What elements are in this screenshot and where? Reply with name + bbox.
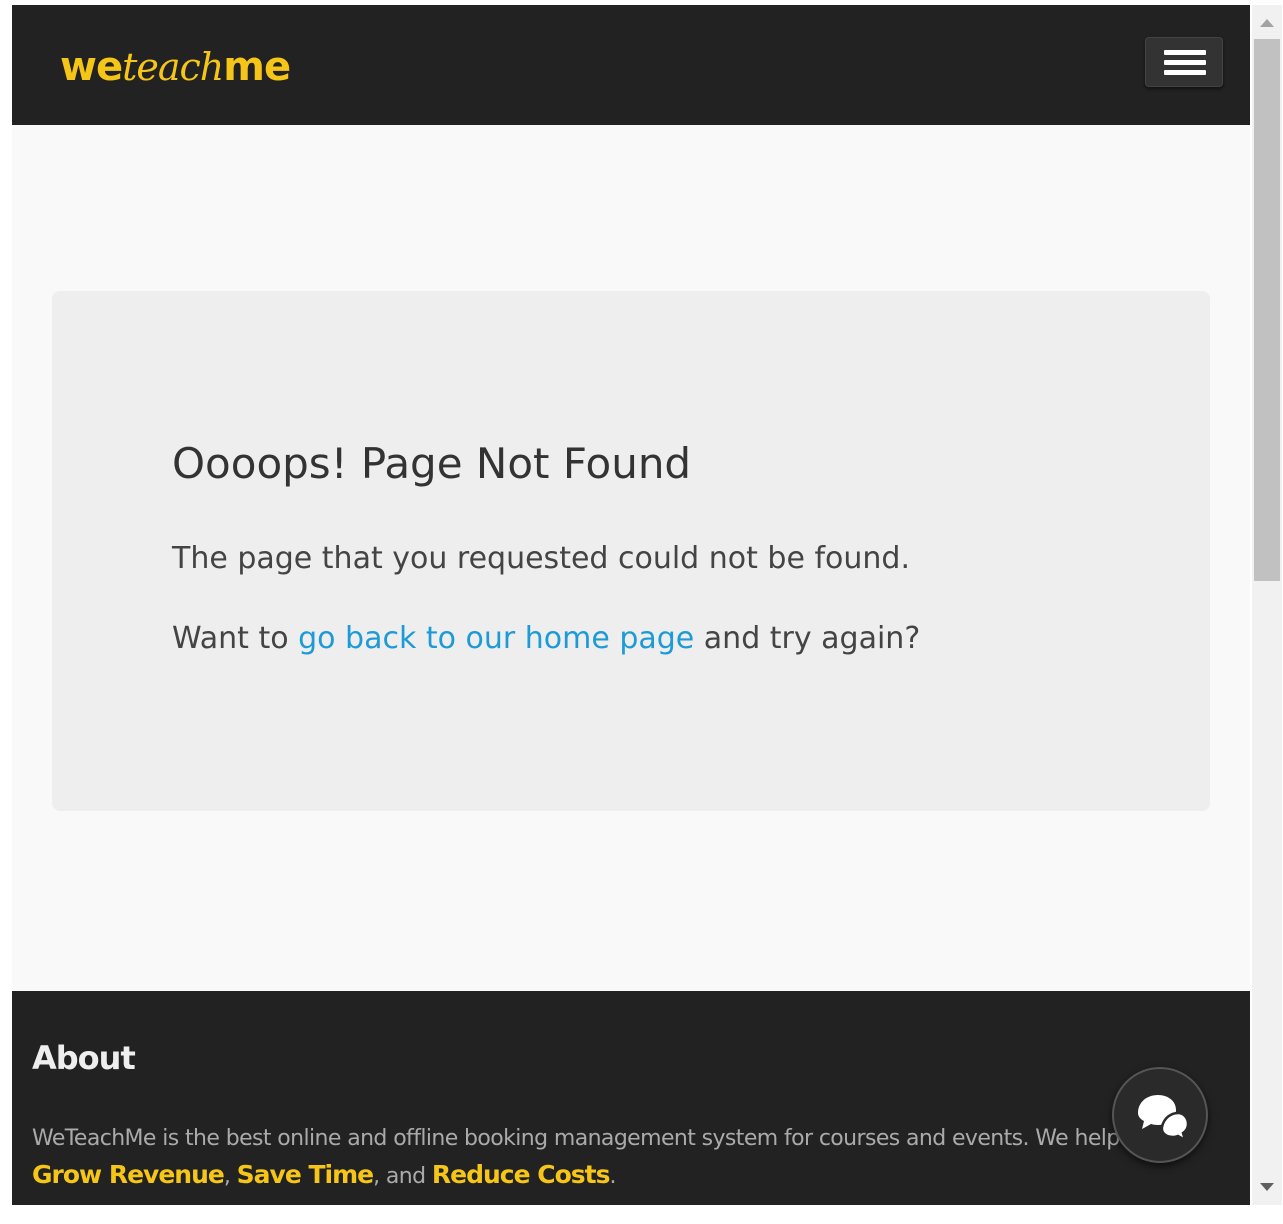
scroll-up-arrow-icon[interactable] <box>1260 19 1274 27</box>
logo-text-teach: teach <box>122 45 224 89</box>
error-message: The page that you requested could not be… <box>172 541 910 576</box>
about-text: WeTeachMe is the best online and offline… <box>32 1121 1222 1195</box>
vertical-scrollbar[interactable] <box>1252 5 1282 1205</box>
browser-viewport: weteachme Oooops! Page Not Found The pag… <box>12 5 1250 1205</box>
scroll-down-arrow-icon[interactable] <box>1260 1183 1274 1191</box>
prompt-prefix: Want to <box>172 621 299 656</box>
weteachme-logo[interactable]: weteachme <box>60 43 291 91</box>
separator: , and <box>373 1164 432 1189</box>
menu-toggle-button[interactable] <box>1145 37 1223 87</box>
live-chat-button[interactable] <box>1112 1067 1208 1163</box>
separator: , <box>223 1164 237 1189</box>
error-title: Oooops! Page Not Found <box>172 439 692 488</box>
about-description: WeTeachMe is the best online and offline… <box>32 1126 1165 1151</box>
prompt-suffix: and try again? <box>694 621 921 656</box>
chat-bubbles-icon <box>1138 1095 1190 1143</box>
highlight-grow-revenue: Grow Revenue <box>32 1160 225 1189</box>
about-heading: About <box>32 1039 136 1077</box>
logo-text-we: we <box>60 44 123 90</box>
period: . <box>609 1164 617 1189</box>
error-card: Oooops! Page Not Found The page that you… <box>52 291 1210 811</box>
site-header: weteachme <box>12 5 1250 125</box>
home-page-link[interactable]: go back to our home page <box>298 621 694 656</box>
error-prompt: Want to go back to our home page and try… <box>172 621 920 656</box>
logo-text-me: me <box>223 44 291 90</box>
highlight-reduce-costs: Reduce Costs <box>431 1160 611 1189</box>
highlight-save-time: Save Time <box>236 1160 374 1189</box>
site-footer: About WeTeachMe is the best online and o… <box>12 991 1250 1205</box>
scrollbar-thumb[interactable] <box>1254 39 1280 581</box>
